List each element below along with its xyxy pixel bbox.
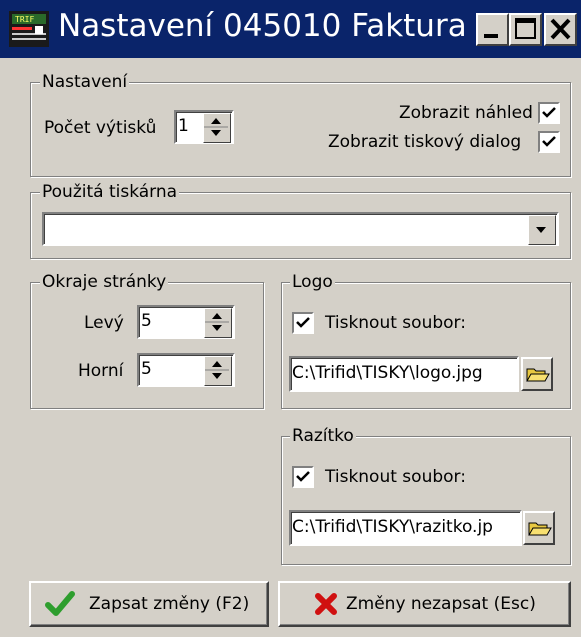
logo-legend: Logo xyxy=(290,272,335,292)
logo-print-checkbox[interactable] xyxy=(292,312,314,334)
preview-checkbox[interactable] xyxy=(538,102,560,124)
copies-value: 1 xyxy=(178,116,189,136)
left-margin-value: 5 xyxy=(141,311,152,331)
spin-arrows-icon xyxy=(205,361,229,379)
save-button[interactable]: Zapsat změny (F2) xyxy=(29,581,269,627)
razitko-print-checkbox[interactable] xyxy=(292,466,314,488)
left-margin-label: Levý xyxy=(84,313,124,333)
copies-spinner[interactable] xyxy=(203,113,231,143)
margins-legend: Okraje stránky xyxy=(40,272,169,292)
maximize-icon xyxy=(515,18,536,39)
logo-print-label: Tisknout soubor: xyxy=(325,313,466,333)
red-x-icon xyxy=(315,593,337,615)
maximize-button[interactable] xyxy=(509,13,542,46)
razitko-browse-button[interactable] xyxy=(523,511,555,545)
folder-open-icon xyxy=(526,368,550,382)
logo-browse-button[interactable] xyxy=(521,357,553,391)
dialog-checkbox[interactable] xyxy=(538,131,560,153)
close-button[interactable] xyxy=(544,13,577,46)
printer-select[interactable] xyxy=(42,212,559,246)
logo-path-input[interactable]: C:\Trifid\TISKY\logo.jpg xyxy=(289,356,519,392)
folder-open-icon xyxy=(528,522,552,536)
nastaveni-legend: Nastavení xyxy=(40,72,130,92)
cancel-button[interactable]: Změny nezapsat (Esc) xyxy=(278,581,571,627)
razitko-legend: Razítko xyxy=(290,426,356,446)
cancel-button-label: Změny nezapsat (Esc) xyxy=(346,594,536,614)
close-icon xyxy=(550,18,571,40)
top-margin-value: 5 xyxy=(141,359,152,379)
top-margin-label: Horní xyxy=(78,361,124,381)
svg-text:TRIF: TRIF xyxy=(15,15,34,24)
checkmark-icon xyxy=(296,317,310,328)
checkmark-icon xyxy=(542,136,556,147)
dialog-label: Zobrazit tiskový dialog xyxy=(328,132,522,152)
save-button-label: Zapsat změny (F2) xyxy=(89,594,250,614)
razitko-path-value: C:\Trifid\TISKY\razitko.jp xyxy=(292,517,493,537)
preview-label: Zobrazit náhled xyxy=(399,103,533,123)
printer-dropdown-button[interactable] xyxy=(528,215,556,245)
copies-label: Počet výtisků xyxy=(44,118,157,138)
dropdown-arrow-icon xyxy=(536,227,546,233)
app-icon: TRIF xyxy=(9,11,49,47)
top-margin-input[interactable]: 5 xyxy=(137,353,235,387)
window-title: Nastavení 045010 Faktura xyxy=(58,8,467,44)
spin-arrows-icon xyxy=(205,313,229,331)
green-check-icon xyxy=(45,591,75,616)
minimize-icon xyxy=(484,34,498,38)
spin-arrows-icon xyxy=(204,118,228,136)
printer-legend: Použitá tiskárna xyxy=(40,182,180,202)
copies-input[interactable]: 1 xyxy=(174,110,234,144)
left-margin-spinner[interactable] xyxy=(204,308,232,338)
margins-group xyxy=(30,282,264,409)
razitko-print-label: Tisknout soubor: xyxy=(325,467,466,487)
minimize-button[interactable] xyxy=(476,13,509,46)
logo-path-value: C:\Trifid\TISKY\logo.jpg xyxy=(292,363,483,383)
checkmark-icon xyxy=(542,107,556,118)
razitko-path-input[interactable]: C:\Trifid\TISKY\razitko.jp xyxy=(289,510,522,546)
checkmark-icon xyxy=(296,471,310,482)
left-margin-input[interactable]: 5 xyxy=(137,305,235,339)
top-margin-spinner[interactable] xyxy=(204,356,232,386)
